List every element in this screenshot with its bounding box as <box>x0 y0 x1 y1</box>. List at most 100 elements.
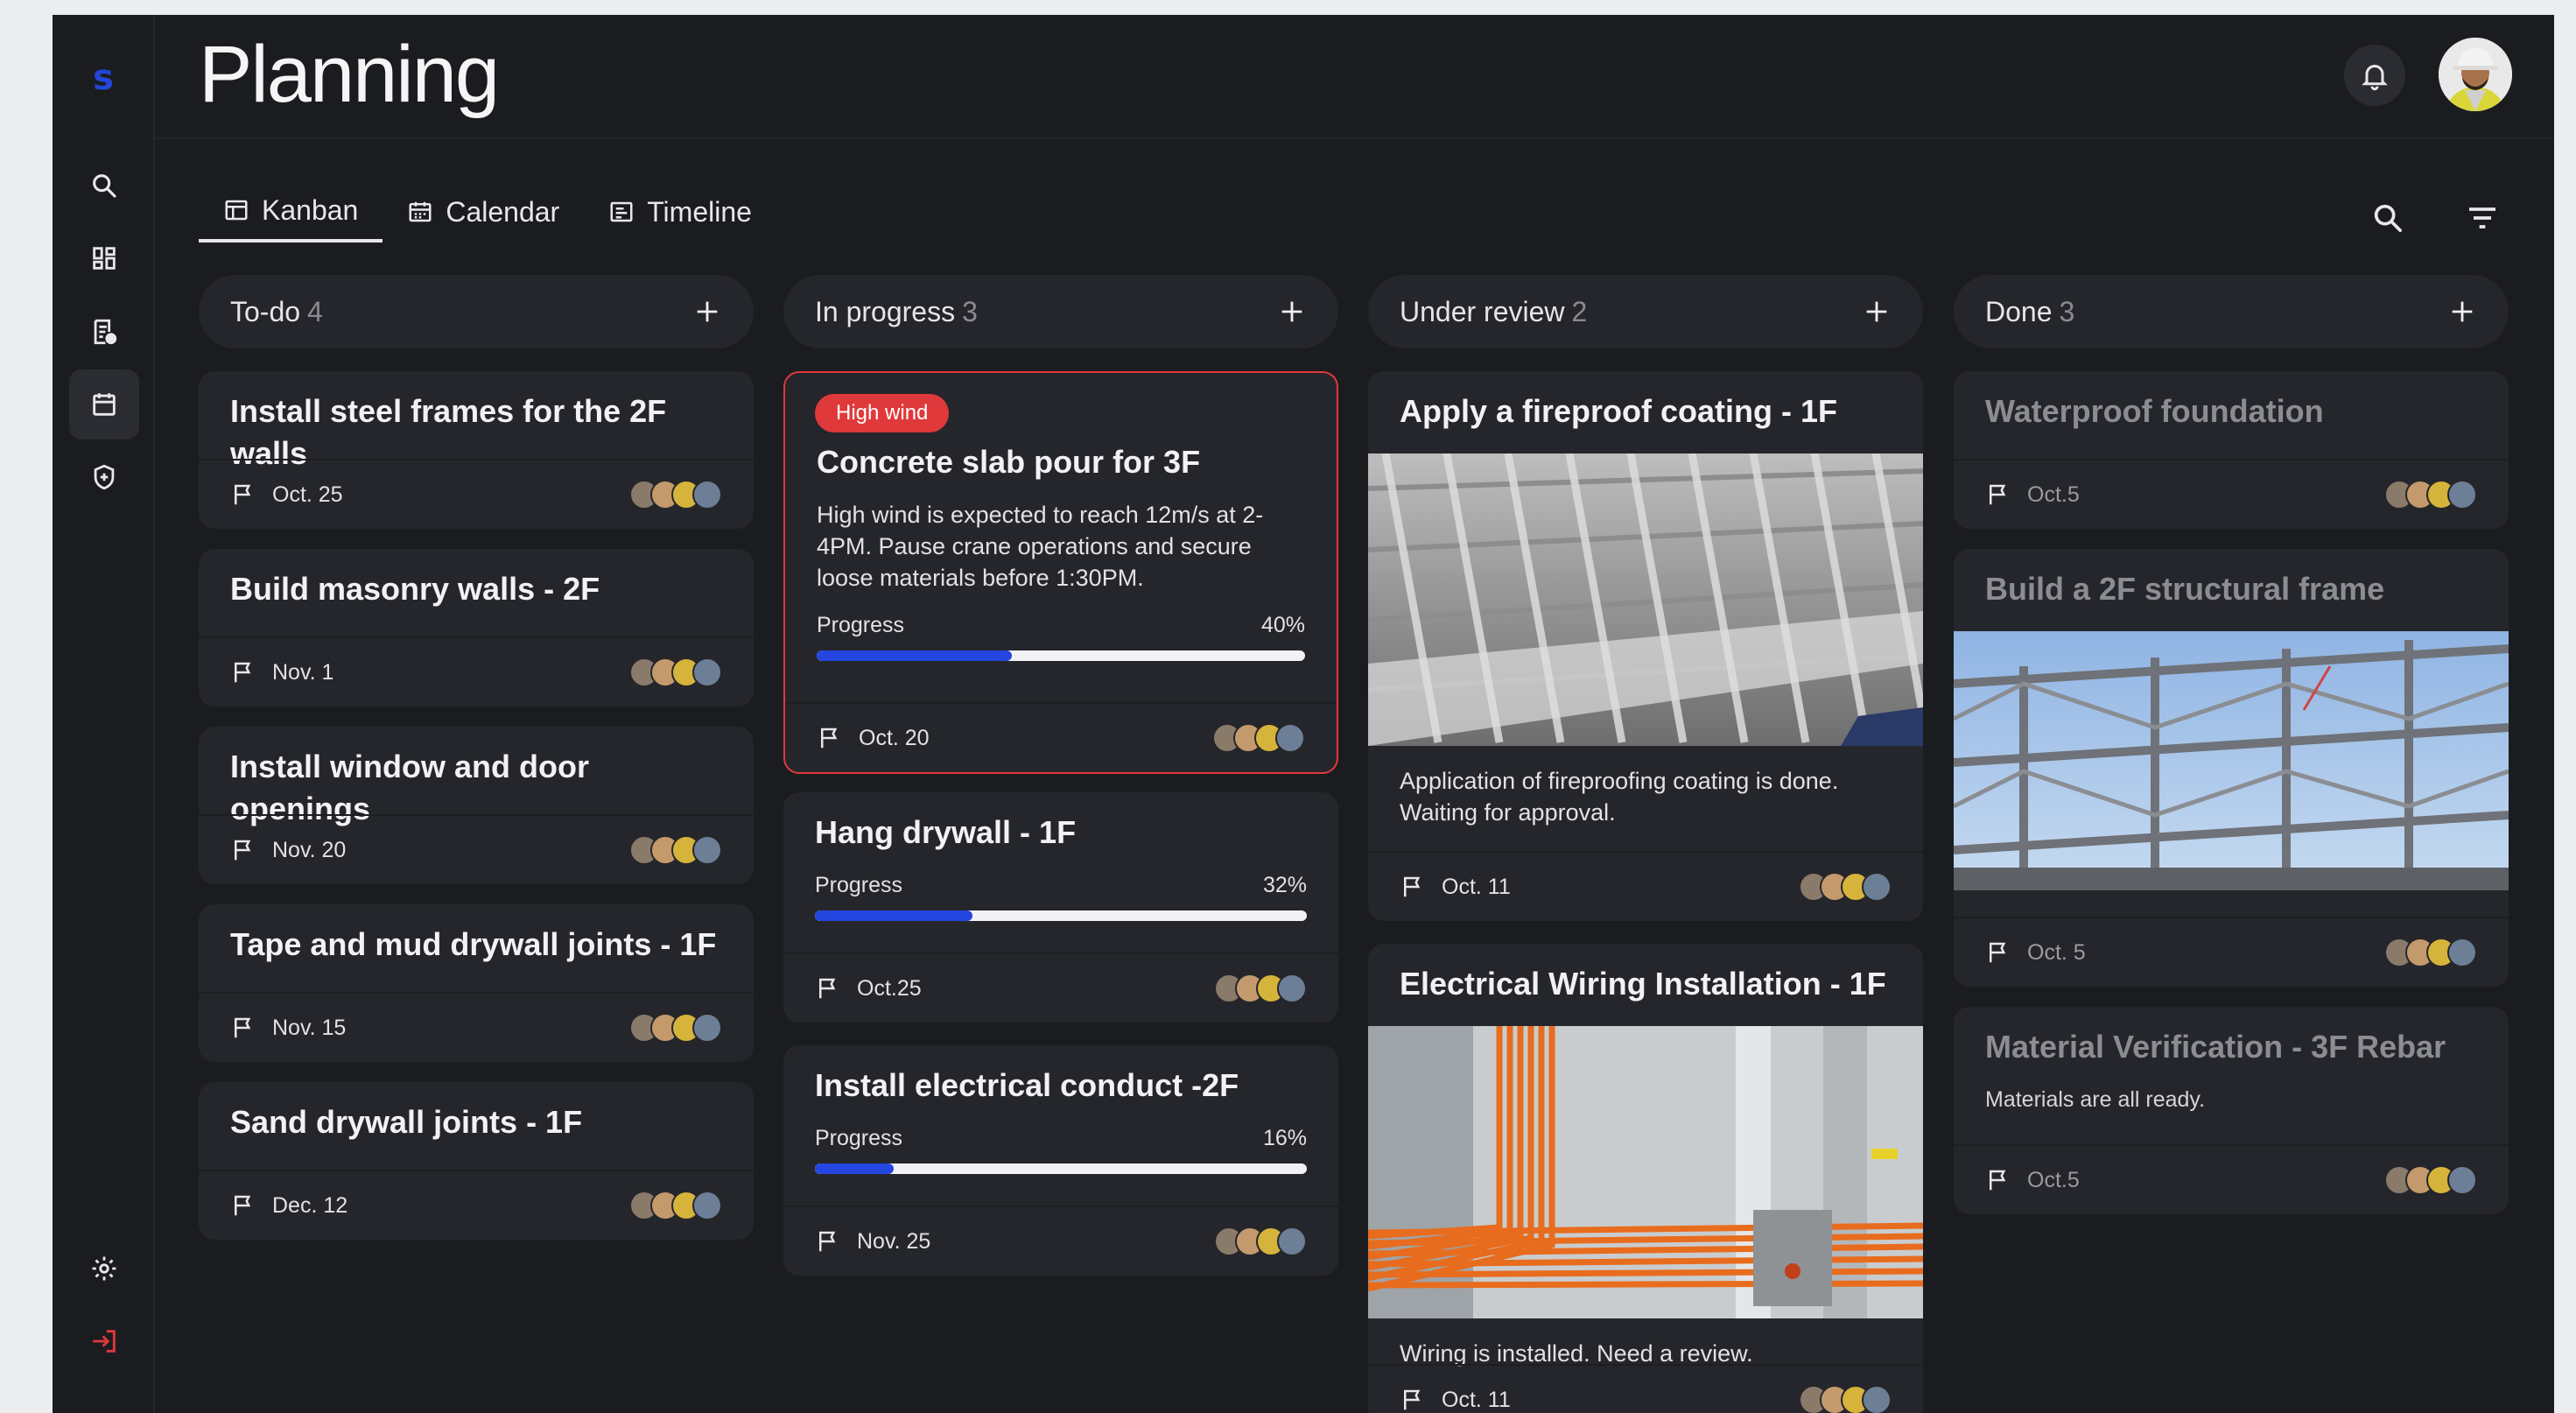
calendar-icon <box>409 201 432 222</box>
task-card[interactable]: Install window and door openings Nov. 20 <box>199 727 754 884</box>
add-card-icon[interactable] <box>2447 297 2477 327</box>
column-header: Done 3 <box>1954 275 2509 348</box>
progress-block: Progress 40% <box>785 613 1337 661</box>
assignee-avatars[interactable] <box>629 1013 722 1043</box>
card-due-date: Oct. 11 <box>1442 874 1511 899</box>
sidebar-safety-button[interactable] <box>69 442 139 512</box>
column-title: In progress <box>815 295 956 327</box>
sidebar-dashboard-button[interactable] <box>69 223 139 293</box>
card-footer: Oct. 11 <box>1368 1364 1923 1413</box>
tab-kanban[interactable]: Kanban <box>199 181 383 243</box>
card-footer: Oct. 11 <box>1368 851 1923 921</box>
assignee-avatars[interactable] <box>2384 480 2477 510</box>
progress-value: 16% <box>1262 1126 1307 1150</box>
assignee-avatars[interactable] <box>629 480 722 510</box>
assignee-avatars[interactable] <box>1214 974 1307 1003</box>
add-card-icon[interactable] <box>1862 297 1892 327</box>
progress-label: Progress <box>815 873 903 897</box>
progress-block: Progress 16% <box>783 1126 1338 1174</box>
progress-fill <box>817 650 1013 661</box>
card-title: Material Verification - 3F Rebar <box>1985 1029 2446 1065</box>
flag-icon <box>1990 484 2006 505</box>
sidebar-search-button[interactable] <box>69 151 139 221</box>
gear-icon <box>92 1256 116 1281</box>
task-card[interactable]: Material Verification - 3F Rebar Materia… <box>1954 1007 2509 1214</box>
dashboard-icon <box>93 247 116 270</box>
card-footer: Oct.5 <box>1954 459 2509 529</box>
task-card[interactable]: Build a 2F structural frame Oct. 5 <box>1954 549 2509 987</box>
sidebar-report-button[interactable] <box>69 297 139 367</box>
card-due-date: Nov. 20 <box>272 837 347 862</box>
sidebar-settings-button[interactable] <box>69 1234 139 1304</box>
tab-timeline[interactable]: Timeline <box>584 181 776 243</box>
card-title: Build masonry walls - 2F <box>230 571 600 607</box>
task-card-alert[interactable]: High wind Concrete slab pour for 3F High… <box>783 371 1338 774</box>
flag-icon <box>235 1195 251 1216</box>
task-card[interactable]: Sand drywall joints - 1F Dec. 12 <box>199 1082 754 1240</box>
column-under-review: Under review 2 Apply a fireproof coating… <box>1368 275 1923 1413</box>
assignee-avatars[interactable] <box>1214 1227 1307 1256</box>
progress-block: Progress 32% <box>783 873 1338 921</box>
column-count: 4 <box>307 295 323 327</box>
tab-calendar[interactable]: Calendar <box>383 181 584 243</box>
add-card-icon[interactable] <box>692 297 722 327</box>
card-footer: Nov. 15 <box>199 992 754 1062</box>
assignee-avatars[interactable] <box>629 835 722 865</box>
card-due-date: Dec. 12 <box>272 1192 348 1218</box>
card-footer: Oct. 5 <box>1954 917 2509 987</box>
flag-icon <box>1404 1389 1421 1410</box>
task-card[interactable]: Install electrical conduct -2F Progress 1… <box>783 1045 1338 1276</box>
card-description: Wiring is installed. Need a review. <box>1400 1340 1753 1367</box>
flag-icon <box>235 1017 251 1038</box>
task-card[interactable]: Waterproof foundation Oct.5 <box>1954 371 2509 529</box>
add-card-icon[interactable] <box>1277 297 1307 327</box>
app-logo[interactable]: s <box>86 60 121 95</box>
task-card[interactable]: Apply a fireproof coating - 1F Applicati… <box>1368 371 1923 921</box>
user-avatar[interactable] <box>2439 38 2512 111</box>
progress-bar <box>815 1163 1307 1174</box>
card-title: Concrete slab pour for 3F <box>817 444 1201 480</box>
assignee-avatars[interactable] <box>2384 1165 2477 1195</box>
alert-badge: High wind <box>815 394 950 432</box>
filter-icon[interactable] <box>2465 200 2500 236</box>
progress-bar <box>815 910 1307 921</box>
card-description: Application of fireproofing coating is d… <box>1400 768 1839 826</box>
sidebar-calendar-button[interactable] <box>69 369 139 439</box>
card-title: Electrical Wiring Installation - 1F <box>1400 966 1886 1002</box>
task-card[interactable]: Build masonry walls - 2F Nov. 1 <box>199 549 754 706</box>
column-header: Under review 2 <box>1368 275 1923 348</box>
sidebar-logout-button[interactable] <box>69 1306 139 1376</box>
board-search-icon[interactable] <box>2370 200 2405 236</box>
user-photo <box>2439 38 2512 111</box>
notifications-button[interactable] <box>2344 45 2405 106</box>
card-footer: Nov. 20 <box>199 814 754 884</box>
progress-value: 40% <box>1260 613 1305 637</box>
card-footer: Oct.5 <box>1954 1144 2509 1214</box>
assignee-avatars[interactable] <box>1212 723 1305 753</box>
structural-frame-photo <box>1954 631 2509 890</box>
sidebar: s <box>53 15 155 1413</box>
bell-icon <box>2362 65 2388 91</box>
column-done: Done 3 Waterproof foundation Oct.5 Build… <box>1954 275 2509 1214</box>
search-icon <box>93 174 116 198</box>
task-card[interactable]: Electrical Wiring Installation - 1F Wiri… <box>1368 944 1923 1413</box>
task-card[interactable]: Hang drywall - 1F Progress 32% Oct.25 <box>783 792 1338 1023</box>
electrical-wiring-photo <box>1368 1026 1923 1318</box>
card-due-date: Oct.5 <box>2027 1167 2080 1192</box>
assignee-avatars[interactable] <box>1799 872 1892 902</box>
task-card[interactable]: Tape and mud drywall joints - 1F Nov. 15 <box>199 904 754 1062</box>
task-card[interactable]: Install steel frames for the 2F walls Oc… <box>199 371 754 529</box>
fireproof-coating-photo <box>1368 453 1923 746</box>
assignee-avatars[interactable] <box>2384 938 2477 967</box>
assignee-avatars[interactable] <box>1799 1385 1892 1413</box>
assignee-avatars[interactable] <box>629 1191 722 1220</box>
card-due-date: Oct. 5 <box>2027 939 2086 965</box>
column-title: Done <box>1985 295 2053 327</box>
card-footer: Oct. 25 <box>199 459 754 529</box>
shield-icon <box>94 464 115 490</box>
report-icon <box>94 319 117 345</box>
card-description: High wind is expected to reach 12m/s at … <box>817 502 1264 591</box>
assignee-avatars[interactable] <box>629 657 722 687</box>
card-due-date: Nov. 25 <box>857 1228 931 1254</box>
view-tabs: Kanban Calendar Timeline <box>199 181 776 246</box>
